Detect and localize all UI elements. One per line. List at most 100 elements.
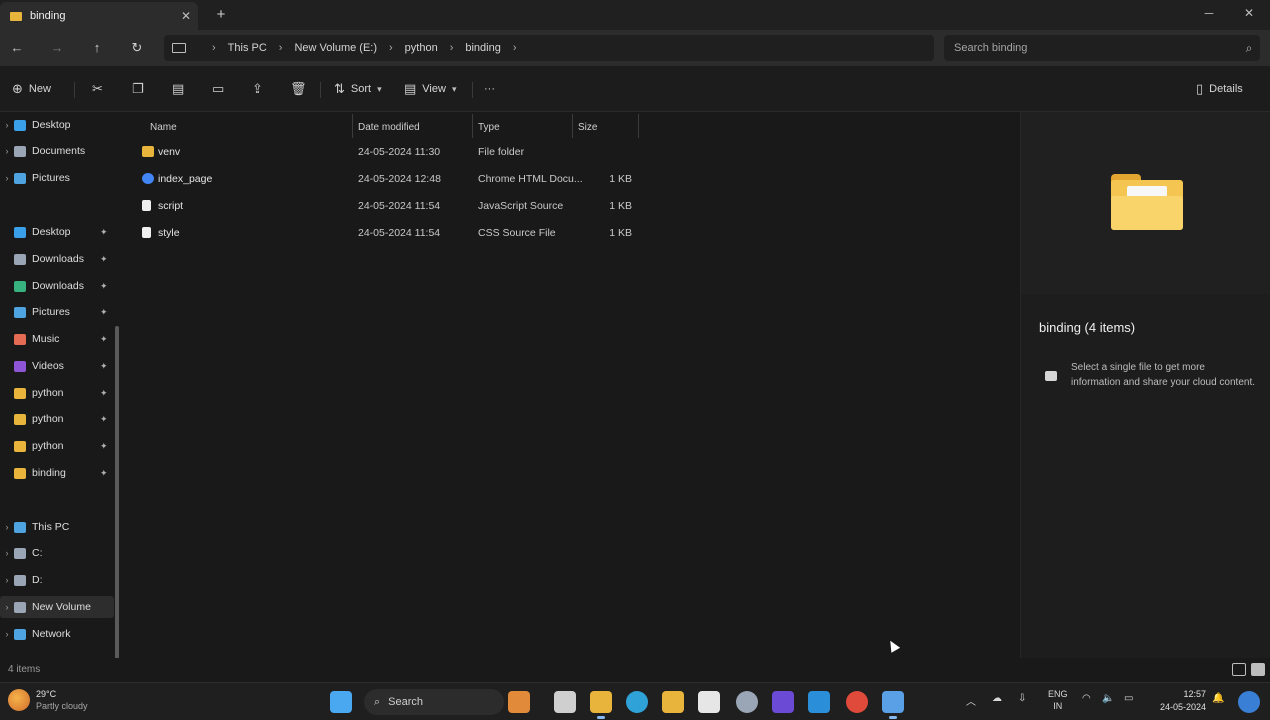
sidebar-item-downloads[interactable]: Downloads ✦	[0, 275, 114, 297]
store-icon[interactable]	[698, 691, 720, 713]
sidebar-item-downloads[interactable]: Downloads ✦	[0, 248, 114, 270]
sidebar-item-pictures[interactable]: Pictures ✦	[0, 301, 114, 323]
info-icon	[1045, 371, 1057, 381]
table-row[interactable]: venv 24-05-2024 11:30 File folder	[138, 140, 638, 164]
sidebar-item-label: Videos	[32, 360, 64, 372]
chrome-icon[interactable]	[846, 691, 868, 713]
chevron-right-icon[interactable]: ›	[0, 522, 14, 532]
weather-widget[interactable]: 29°C Partly cloudy	[8, 688, 88, 712]
column-divider[interactable]	[352, 114, 353, 138]
sidebar-item-pictures[interactable]: › Pictures	[0, 167, 114, 189]
sidebar-item-binding[interactable]: binding ✦	[0, 462, 114, 484]
column-divider[interactable]	[472, 114, 473, 138]
forward-button[interactable]: →	[44, 37, 70, 59]
sidebar-item-python[interactable]: python ✦	[0, 435, 114, 457]
sidebar-item-documents[interactable]: › Documents	[0, 140, 114, 162]
running-indicator	[889, 716, 897, 719]
table-row[interactable]: index_page 24-05-2024 12:48 Chrome HTML Do…	[138, 167, 638, 191]
volume-icon[interactable]: 🔈	[1102, 693, 1114, 704]
table-row[interactable]: style 24-05-2024 11:54 CSS Source File 1 KB	[138, 221, 638, 245]
breadcrumb-new-volume[interactable]: New Volume (E:)	[294, 42, 377, 54]
folder-icon	[14, 413, 26, 425]
file-explorer-icon[interactable]	[590, 691, 612, 713]
language-indicator[interactable]: ENG IN	[1048, 688, 1068, 712]
new-tab-button[interactable]: +	[210, 4, 232, 26]
chevron-right-icon[interactable]: ›	[0, 173, 14, 183]
breadcrumb-binding[interactable]: binding	[465, 42, 500, 54]
minimize-button[interactable]: ─	[1196, 2, 1222, 24]
share-button[interactable]: ⇪	[252, 79, 269, 99]
copilot-icon[interactable]	[1238, 691, 1260, 713]
sidebar-item-desktop[interactable]: › Desktop	[0, 114, 114, 136]
notification-icon[interactable]: 🔔	[1212, 693, 1224, 704]
system-clock[interactable]: 12:57 24-05-2024	[1148, 688, 1206, 714]
refresh-button[interactable]: ↻	[124, 37, 150, 59]
column-header-type[interactable]: Type	[478, 116, 500, 138]
start-icon[interactable]	[330, 691, 352, 713]
sidebar-item-c-[interactable]: › C:	[0, 542, 114, 564]
chevron-right-icon[interactable]: ›	[0, 146, 14, 156]
details-view-toggle[interactable]	[1232, 663, 1246, 676]
settings-icon[interactable]	[736, 691, 758, 713]
sidebar-item-label: Pictures	[32, 172, 70, 184]
sidebar-item-network[interactable]: › Network	[0, 623, 114, 645]
wifi-icon[interactable]: ◠	[1082, 693, 1091, 704]
sidebar-item-d-[interactable]: › D:	[0, 569, 114, 591]
column-divider[interactable]	[638, 114, 639, 138]
snipping-icon[interactable]	[882, 691, 904, 713]
details-button[interactable]: ▯ Details	[1196, 79, 1243, 99]
chevron-right-icon[interactable]: ›	[0, 548, 14, 558]
task-view-icon[interactable]	[554, 691, 576, 713]
sidebar-item-new-volume[interactable]: › New Volume	[0, 596, 114, 618]
column-header-name[interactable]: Name	[150, 116, 177, 138]
sidebar-item-python[interactable]: python ✦	[0, 382, 114, 404]
paste-button[interactable]: ▤	[172, 79, 190, 99]
folder-icon	[14, 440, 26, 452]
file-date: 24-05-2024 12:48	[358, 173, 441, 185]
onedrive-icon[interactable]: ☁	[992, 693, 1002, 704]
taskbar-search[interactable]: ⌕ Search	[364, 689, 504, 715]
new-button[interactable]: ⊕ New	[12, 79, 51, 99]
close-window-button[interactable]: ✕	[1236, 2, 1262, 24]
chevron-right-icon[interactable]: ›	[0, 575, 14, 585]
sort-button[interactable]: ⇅ Sort ▾	[334, 79, 382, 99]
chevron-right-icon[interactable]: ›	[0, 602, 14, 612]
back-button[interactable]: ←	[4, 37, 30, 59]
search-input[interactable]	[954, 42, 1238, 54]
edge-icon[interactable]	[626, 691, 648, 713]
see-more-button[interactable]: ···	[484, 79, 495, 99]
widgets-icon[interactable]	[508, 691, 530, 713]
battery-icon[interactable]: ▭	[1124, 693, 1133, 704]
editor-icon[interactable]	[772, 691, 794, 713]
sidebar-item-python[interactable]: python ✦	[0, 408, 114, 430]
view-button[interactable]: ▤ View ▾	[404, 79, 456, 99]
chevron-right-icon[interactable]: ›	[0, 120, 14, 130]
pin-icon: ✦	[100, 440, 108, 451]
breadcrumb-python[interactable]: python	[405, 42, 438, 54]
sidebar-item-videos[interactable]: Videos ✦	[0, 355, 114, 377]
sidebar-item-desktop[interactable]: Desktop ✦	[0, 221, 114, 243]
sidebar-item-this-pc[interactable]: › This PC	[0, 516, 114, 538]
cut-button[interactable]: ✂	[92, 79, 109, 99]
tiles-view-toggle[interactable]	[1251, 663, 1265, 676]
up-button[interactable]: ↑	[84, 37, 110, 59]
tab-binding[interactable]: binding ✕	[0, 2, 198, 30]
search-box[interactable]: ⌕	[944, 35, 1260, 61]
copy-button[interactable]: ❐	[132, 79, 150, 99]
divider	[472, 82, 473, 98]
chevron-up-icon[interactable]: ︿	[966, 693, 976, 708]
vscode-icon[interactable]	[808, 691, 830, 713]
column-header-date[interactable]: Date modified	[358, 116, 420, 138]
column-divider[interactable]	[572, 114, 573, 138]
column-header-size[interactable]: Size	[578, 116, 597, 138]
folder-icon[interactable]	[662, 691, 684, 713]
chevron-right-icon[interactable]: ›	[0, 629, 14, 639]
rename-button[interactable]: ▭	[212, 79, 230, 99]
sidebar-item-music[interactable]: Music ✦	[0, 328, 114, 350]
tab-close-icon[interactable]: ✕	[174, 9, 198, 23]
address-bar[interactable]: › This PC › New Volume (E:) › python › b…	[164, 35, 934, 61]
delete-button[interactable]: 🗑	[290, 79, 313, 99]
table-row[interactable]: script 24-05-2024 11:54 JavaScript Source 1…	[138, 194, 638, 218]
usb-icon[interactable]: ⇩	[1018, 693, 1026, 704]
breadcrumb-this-pc[interactable]: This PC	[228, 42, 267, 54]
